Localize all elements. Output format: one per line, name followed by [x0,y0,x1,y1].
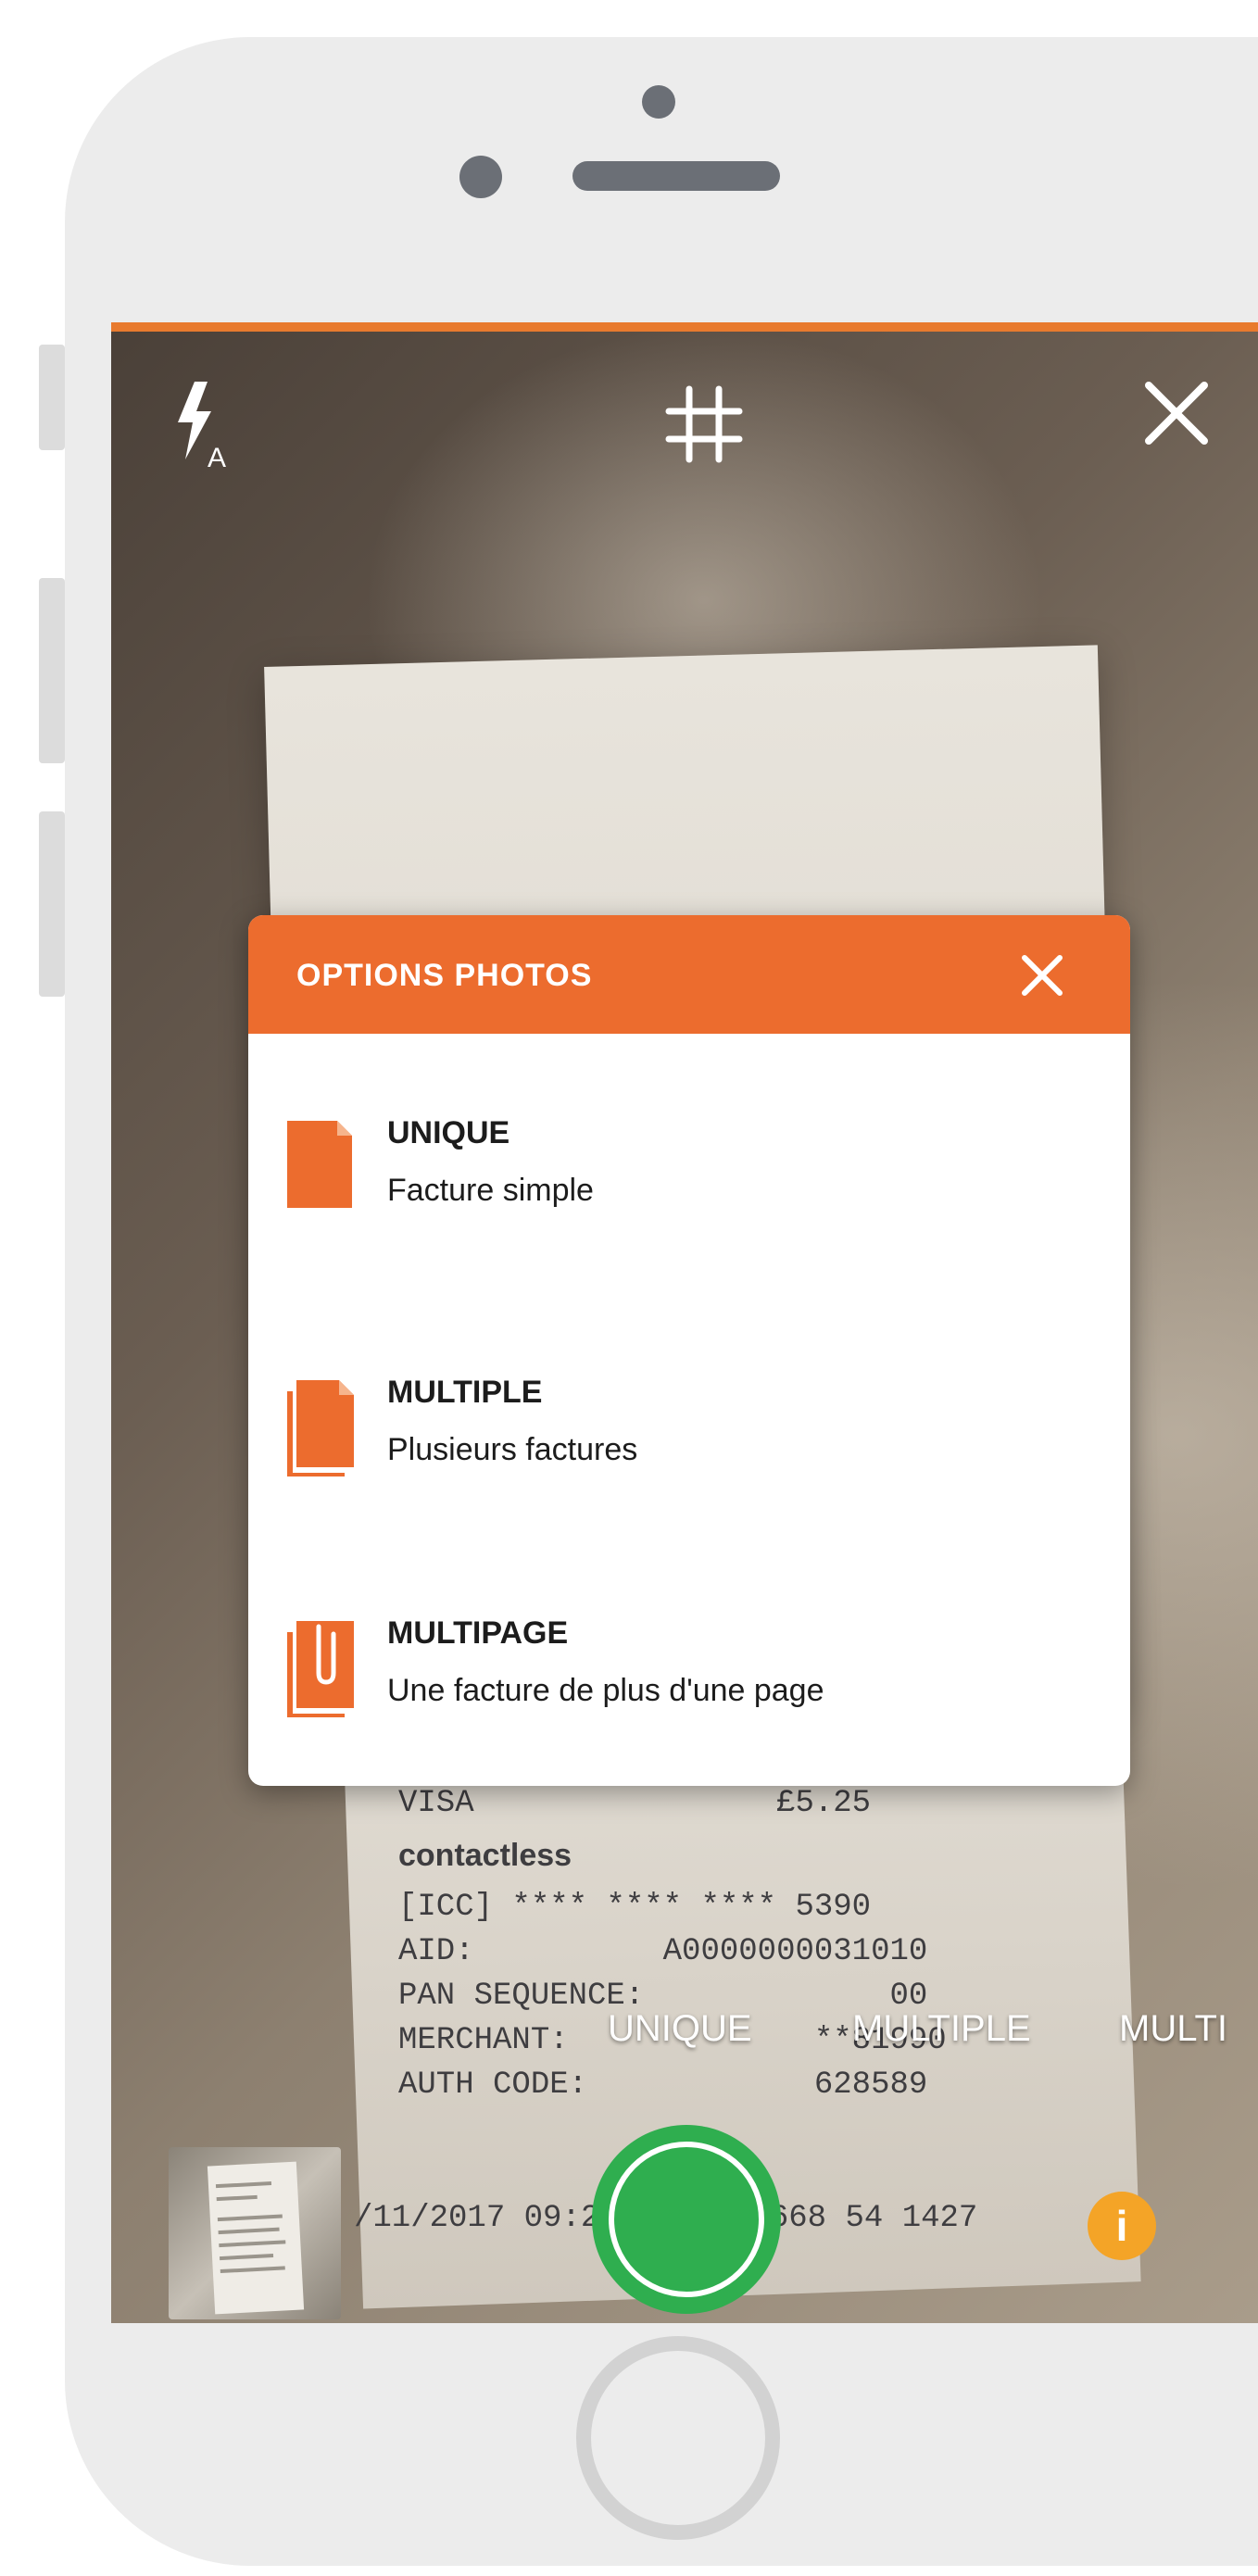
shutter-ring [609,2142,764,2297]
receipt-line: VISA £5.25 [398,1786,872,1821]
volume-up-button [39,578,65,763]
option-multipage[interactable]: MULTIPAGE Une facture de plus d'une page [248,1615,1130,1786]
option-description: Facture simple [387,1173,594,1208]
shutter-button[interactable] [592,2125,781,2314]
option-unique[interactable]: UNIQUE Facture simple [248,1115,1130,1301]
top-accent-strip [111,322,1258,332]
home-button[interactable] [576,2336,780,2540]
option-title: UNIQUE [387,1115,510,1150]
camera-screen: VISA £5.25 contactless [ICC] **** **** *… [111,322,1258,2323]
mute-switch [39,345,65,450]
receipt-line: [ICC] **** **** **** 5390 [398,1890,872,1925]
thumbnail-line [217,2214,283,2222]
options-panel-title: OPTIONS PHOTOS [296,958,593,993]
thumbnail-line [216,2194,258,2202]
mode-unique[interactable]: UNIQUE [608,2008,752,2050]
multipage-document-icon [283,1615,358,1717]
options-panel: OPTIONS PHOTOS UNIQUE Facture simple MUL… [248,915,1130,1786]
mode-multipage[interactable]: MULTI [1119,2008,1227,2050]
earpiece-speaker [572,161,780,191]
front-camera [459,156,502,198]
thumbnail-line [219,2254,274,2261]
last-photo-thumbnail[interactable] [169,2147,341,2319]
thumbnail-line [220,2266,285,2274]
receipt-line: AID: A0000000031010 [398,1934,928,1969]
options-panel-header: OPTIONS PHOTOS [248,915,1130,1034]
panel-close-icon[interactable] [1017,950,1067,1000]
flash-mode-label: A [208,443,226,473]
option-title: MULTIPLE [387,1375,543,1410]
thumbnail-line [218,2227,280,2235]
grid-icon[interactable] [658,378,750,471]
thumbnail-line [215,2181,272,2189]
close-icon[interactable] [1139,376,1214,450]
mode-multiple[interactable]: MULTIPLE [852,2008,1031,2050]
receipt-line: AUTH CODE: 628589 [398,2067,928,2103]
multiple-documents-icon [283,1375,358,1476]
proximity-sensor [642,85,675,119]
single-document-icon [283,1115,358,1217]
option-title: MULTIPAGE [387,1615,569,1651]
receipt-line: contactless [398,1838,572,1873]
option-description: Une facture de plus d'une page [387,1673,824,1708]
info-icon[interactable]: i [1088,2192,1156,2260]
option-multiple[interactable]: MULTIPLE Plusieurs factures [248,1375,1130,1560]
option-description: Plusieurs factures [387,1432,638,1467]
volume-down-button [39,811,65,997]
flash-auto-icon[interactable]: A [167,374,241,476]
thumbnail-line [219,2240,286,2248]
thumbnail-receipt [207,2161,305,2315]
